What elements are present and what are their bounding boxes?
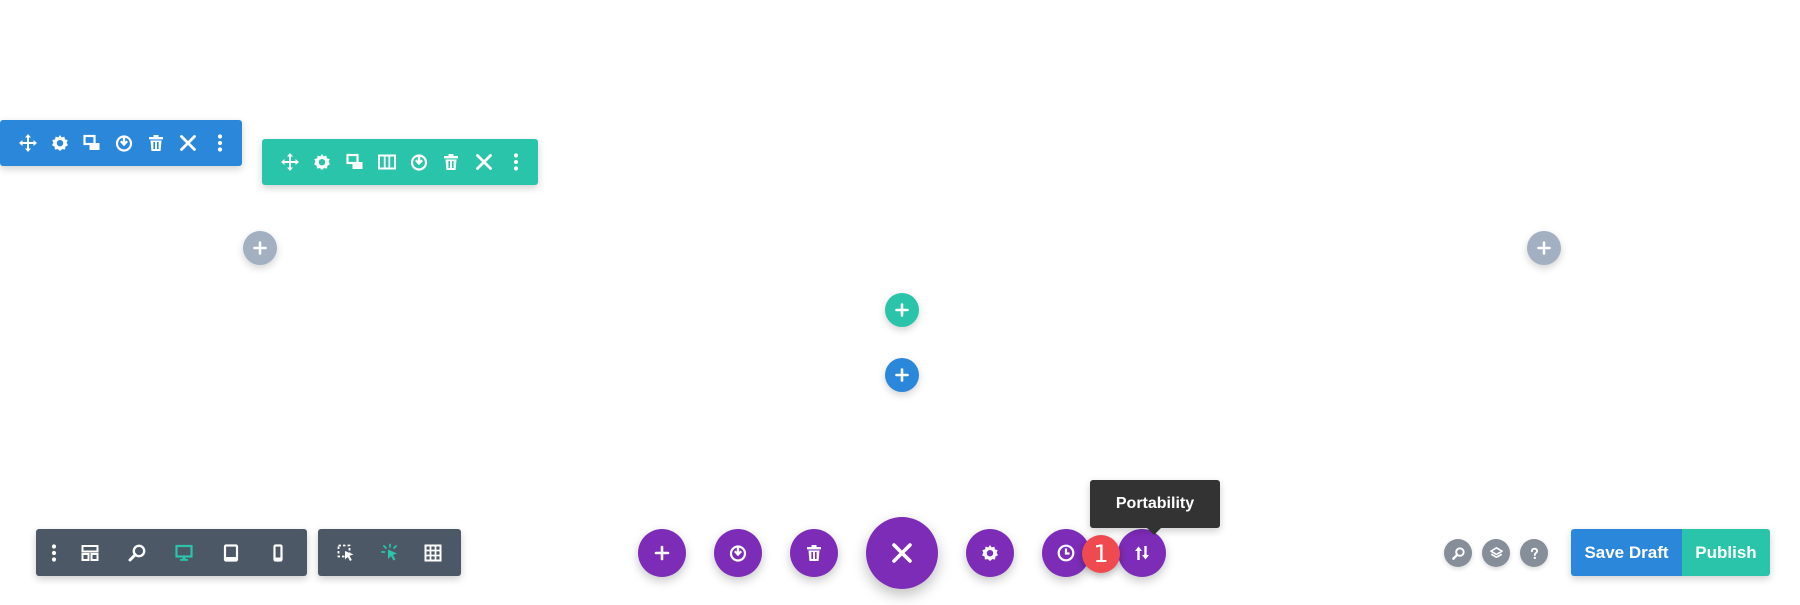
portability-tooltip: Portability (1090, 480, 1220, 528)
search-button[interactable] (1444, 539, 1472, 567)
publish-actions: Save Draft Publish (1571, 529, 1770, 576)
load-layout-icon (729, 545, 747, 562)
move-icon (19, 134, 37, 152)
add-module-right-button[interactable] (1527, 231, 1561, 265)
tooltip-arrow (1146, 527, 1162, 535)
hover-mode-icon (380, 543, 397, 561)
row-columns-button[interactable] (373, 146, 401, 178)
trash-icon (444, 154, 459, 170)
row-delete-button[interactable] (437, 146, 465, 178)
add-icon (654, 545, 670, 561)
desktop-icon (174, 544, 193, 561)
desktop-view-button[interactable] (160, 529, 207, 576)
save-to-library-icon (115, 135, 133, 152)
zoom-icon (128, 544, 145, 561)
interaction-mode-bar (318, 529, 461, 576)
hover-mode-button[interactable] (368, 529, 412, 576)
section-close-button[interactable] (174, 127, 202, 159)
more-vertical-icon (217, 134, 223, 152)
notification-badge: 1 (1082, 535, 1120, 573)
row-more-button[interactable] (502, 146, 530, 178)
trash-icon (149, 135, 163, 151)
close-icon (180, 135, 196, 151)
plus-icon (1537, 241, 1551, 255)
layers-icon (1489, 546, 1503, 558)
help-button[interactable] (1520, 539, 1548, 567)
history-icon (1057, 544, 1075, 562)
section-toolbar (0, 120, 242, 166)
click-mode-button[interactable] (324, 529, 368, 576)
row-move-button[interactable] (276, 146, 304, 178)
close-icon (892, 543, 912, 563)
tablet-view-button[interactable] (207, 529, 254, 576)
row-save-button[interactable] (405, 146, 433, 178)
close-page-settings-button[interactable] (866, 517, 938, 589)
clear-layout-icon (807, 545, 821, 561)
columns-icon (377, 154, 396, 170)
row-toolbar (262, 139, 538, 185)
add-section-button[interactable] (885, 358, 919, 392)
plus-icon (895, 368, 909, 382)
save-to-library-icon (411, 154, 428, 171)
row-duplicate-button[interactable] (341, 146, 369, 178)
gear-icon (314, 154, 331, 170)
close-icon (475, 154, 492, 170)
load-layout-button[interactable] (714, 529, 762, 577)
save-draft-button[interactable]: Save Draft (1571, 529, 1682, 576)
plus-icon (895, 303, 909, 317)
page-settings-icon (982, 545, 998, 561)
section-move-button[interactable] (14, 127, 42, 159)
section-duplicate-button[interactable] (78, 127, 106, 159)
add-row-button[interactable] (885, 293, 919, 327)
wireframe-icon (81, 544, 98, 561)
more-vertical-icon (51, 543, 57, 562)
page-settings-button[interactable] (966, 529, 1014, 577)
settings-menu-button[interactable] (42, 529, 66, 576)
zoom-view-button[interactable] (113, 529, 160, 576)
grid-mode-button[interactable] (411, 529, 455, 576)
row-settings-button[interactable] (308, 146, 336, 178)
phone-view-button[interactable] (254, 529, 301, 576)
row-close-button[interactable] (470, 146, 498, 178)
portability-icon (1135, 546, 1149, 560)
add-from-library-button[interactable] (638, 529, 686, 577)
search-icon (1451, 546, 1465, 560)
view-settings-bar (36, 529, 307, 576)
click-mode-icon (337, 544, 354, 561)
phone-icon (272, 543, 283, 562)
add-module-left-button[interactable] (243, 231, 277, 265)
tablet-icon (223, 543, 238, 562)
portability-button[interactable] (1118, 529, 1166, 577)
grid-mode-icon (424, 544, 442, 561)
more-vertical-icon (513, 153, 518, 171)
help-icon (1530, 547, 1538, 559)
clear-layout-button[interactable] (790, 529, 838, 577)
gear-icon (52, 135, 68, 151)
section-save-button[interactable] (110, 127, 138, 159)
publish-button[interactable]: Publish (1682, 529, 1770, 576)
section-more-button[interactable] (206, 127, 234, 159)
move-icon (281, 153, 300, 171)
duplicate-icon (346, 153, 363, 169)
layers-button[interactable] (1482, 539, 1510, 567)
section-settings-button[interactable] (46, 127, 74, 159)
plus-icon (253, 241, 267, 255)
section-delete-button[interactable] (142, 127, 170, 159)
wireframe-view-button[interactable] (66, 529, 113, 576)
duplicate-icon (83, 134, 100, 150)
